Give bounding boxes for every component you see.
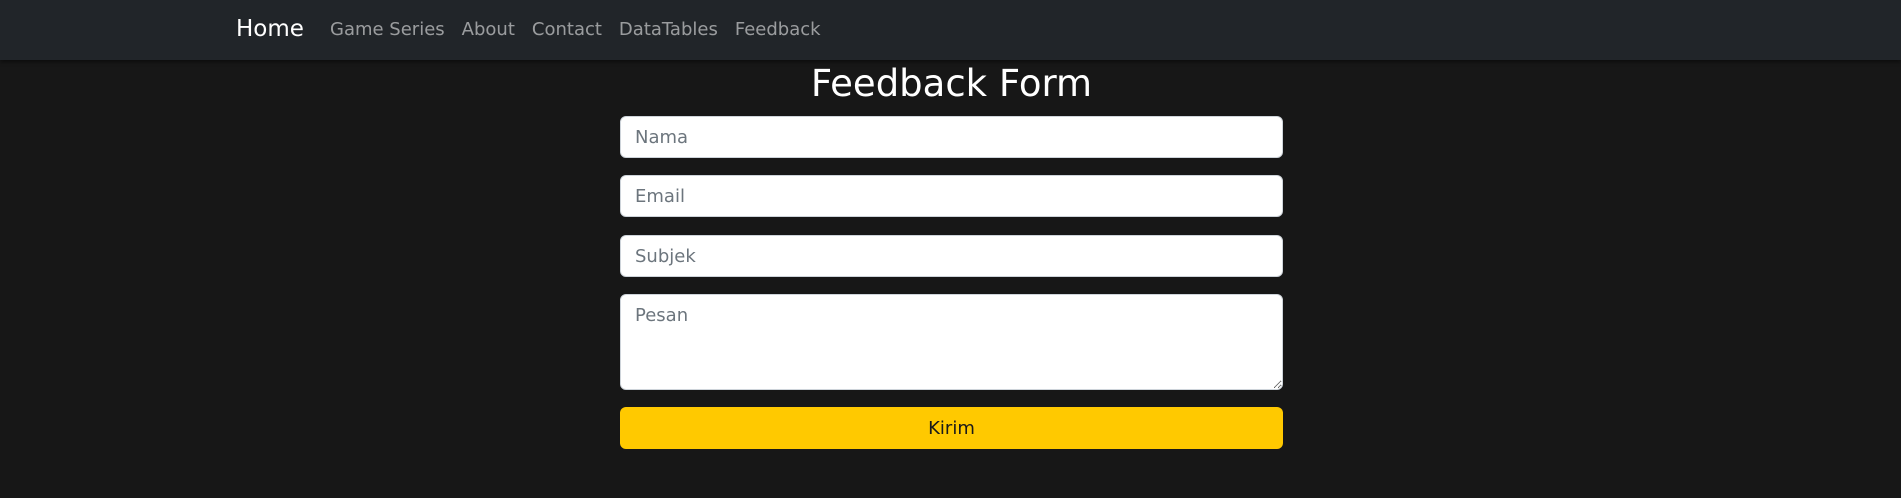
nav-link-about[interactable]: About [462,19,515,40]
nav-link-feedback[interactable]: Feedback [735,19,821,40]
navbar-brand-home[interactable]: Home [236,16,304,42]
message-textarea[interactable] [620,294,1283,390]
page-title: Feedback Form [810,62,1093,105]
email-field[interactable] [620,175,1283,217]
nav-link-game-series[interactable]: Game Series [330,19,445,40]
navbar: Home Game Series About Contact DataTable… [0,0,1901,60]
nav-links: Game Series About Contact DataTables Fee… [330,19,821,40]
subject-field[interactable] [620,235,1283,277]
nav-link-contact[interactable]: Contact [532,19,602,40]
name-field[interactable] [620,116,1283,158]
submit-button[interactable]: Kirim [620,407,1283,449]
nav-link-datatables[interactable]: DataTables [619,19,718,40]
